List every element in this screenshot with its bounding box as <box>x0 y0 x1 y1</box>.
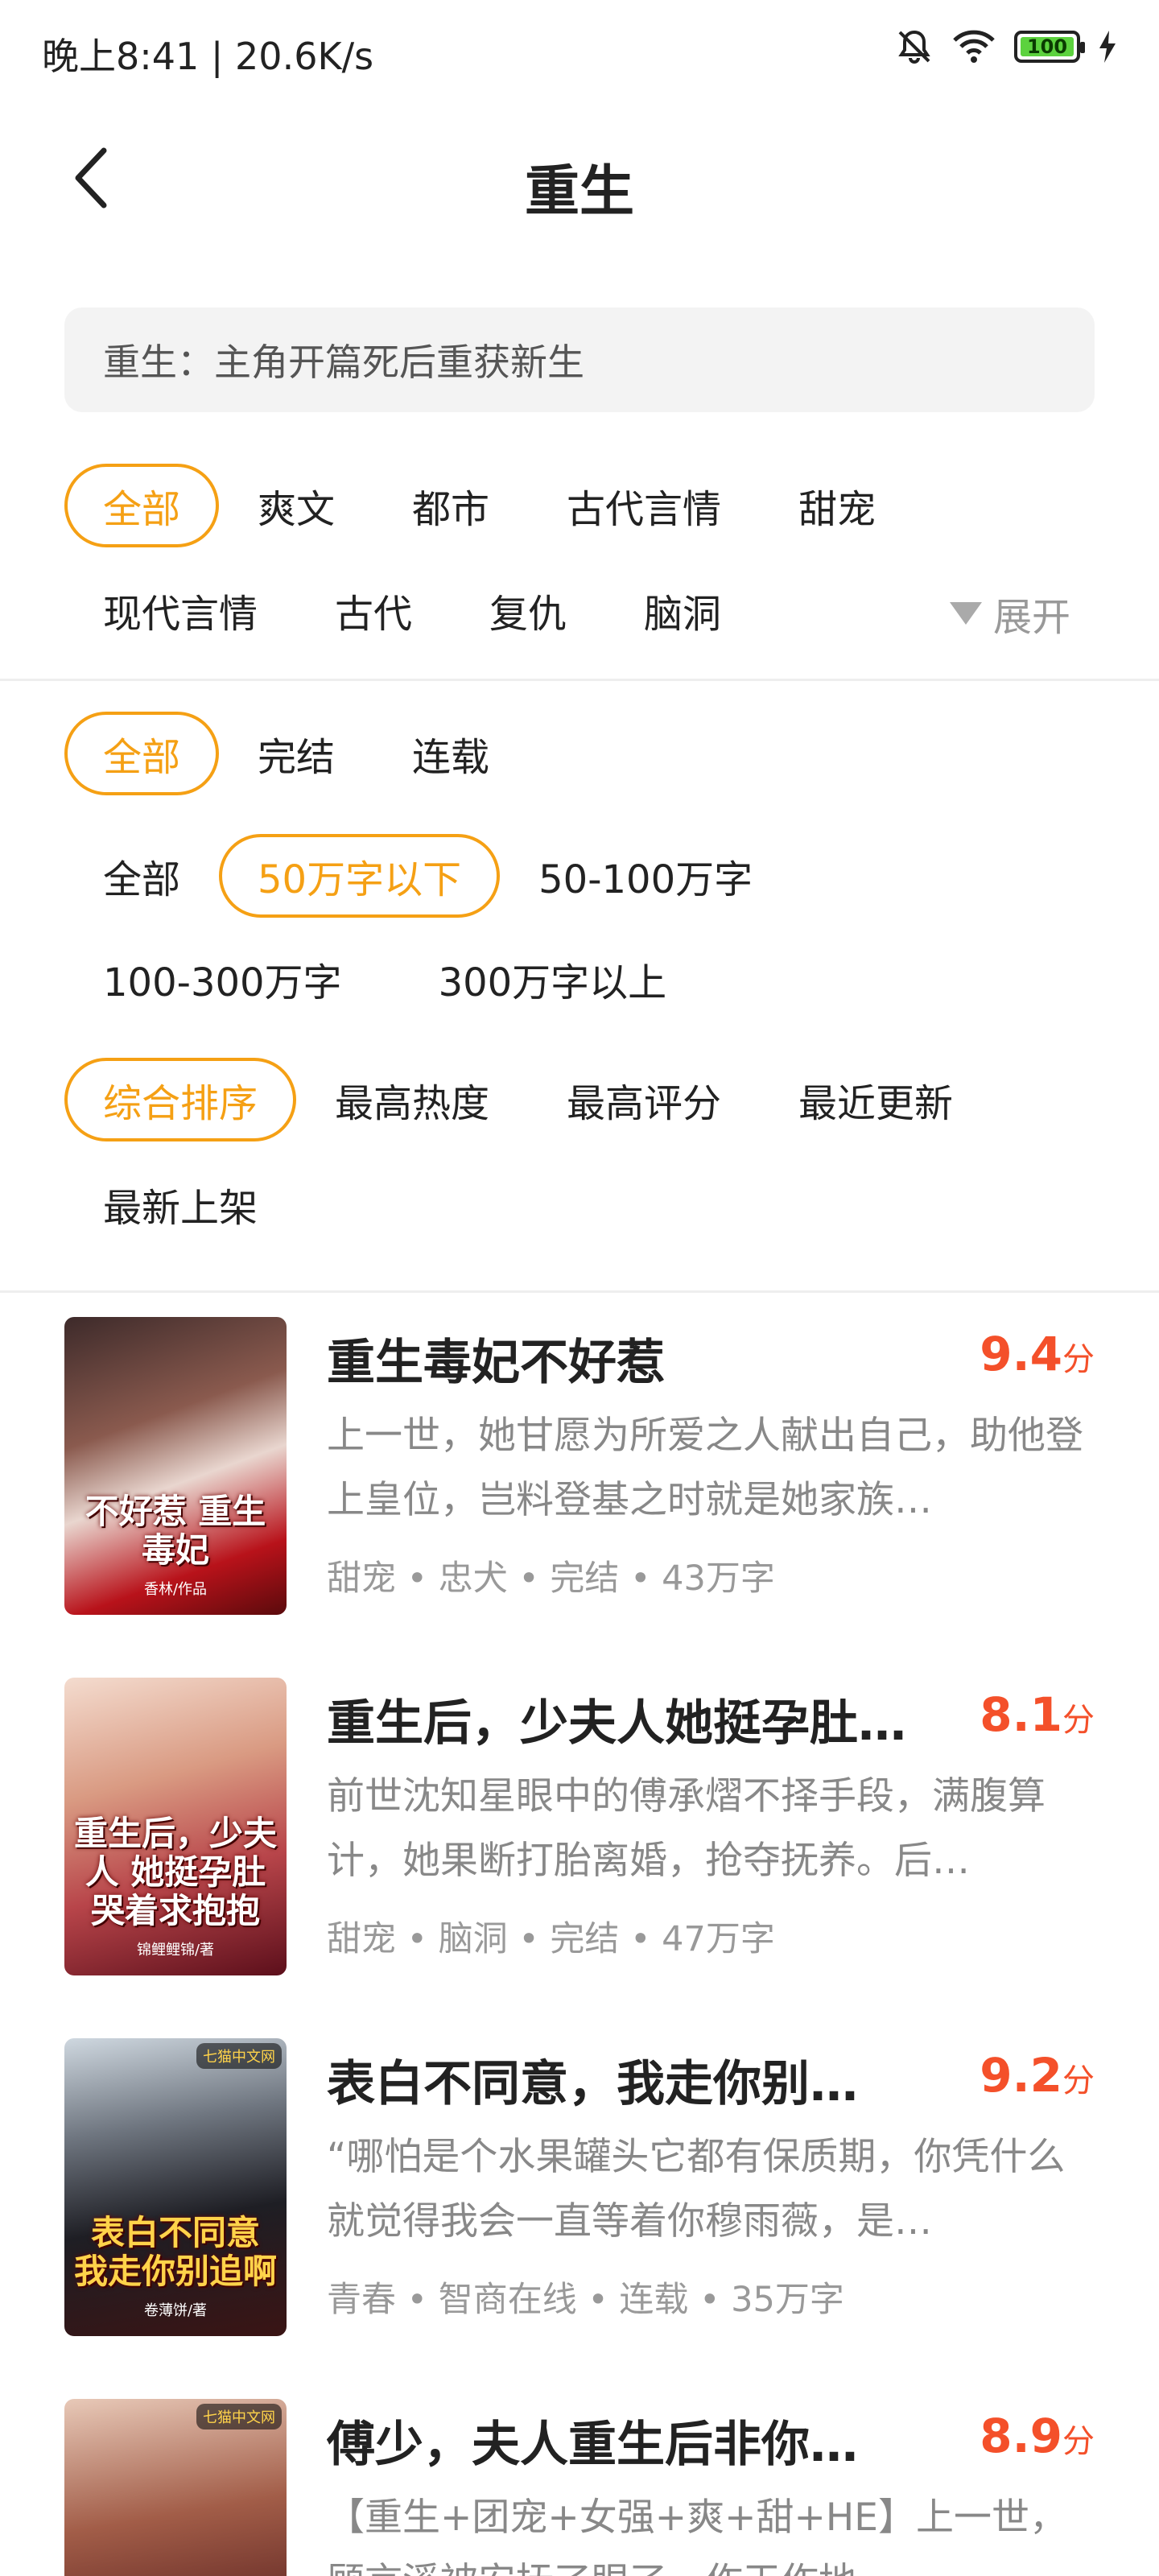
sort-filter-row-2: 最新上架 <box>64 1162 296 1246</box>
length-chip[interactable]: 50-100万字 <box>500 834 791 918</box>
book-item[interactable]: 重生后，少夫人 她挺孕肚 哭着求抱抱 锦鲤鲤锦/著 重生后，少夫人她挺孕肚… 8… <box>64 1678 1095 1975</box>
length-filter-row-2: 100-300万字 300万字以上 <box>64 937 705 1021</box>
header: 重生 <box>0 121 1159 242</box>
status-chip-ongoing[interactable]: 连载 <box>373 712 528 795</box>
genre-chip[interactable]: 都市 <box>373 464 528 547</box>
book-description: 前世沈知星眼中的傅承熠不择手段，满腹算计，她果断打胎离婚，抢夺抚养。后… <box>327 1774 1046 1883</box>
sort-chip-rating[interactable]: 最高评分 <box>528 1058 760 1141</box>
publisher-badge: 七猫中文网 <box>196 2404 282 2429</box>
battery-level: 100 <box>1021 37 1074 56</box>
divider <box>0 1290 1159 1293</box>
book-cover[interactable]: 七猫中文网 <box>64 2399 287 2576</box>
status-bar: 晚上8:41 | 20.6K/s 100 <box>0 0 1159 97</box>
page-title: 重生 <box>524 160 634 224</box>
length-chip[interactable]: 50万字以下 <box>219 834 501 918</box>
book-title[interactable]: 表白不同意，我走你别… <box>327 2045 922 2115</box>
score-value: 8.9 <box>980 2409 1062 2463</box>
book-description: “哪怕是个水果罐头它都有保质期，你凭什么就觉得我会一直等着你穆雨薇，是… <box>327 2135 1066 2244</box>
sort-chip-newest[interactable]: 最新上架 <box>64 1162 296 1246</box>
book-cover[interactable]: 不好惹 重生毒妃 香林/作品 <box>64 1317 287 1615</box>
genre-chip[interactable]: 脑洞 <box>605 568 760 652</box>
book-score: 9.4分 <box>980 1327 1095 1381</box>
book-meta: 青春 • 智商在线 • 连载 • 35万字 <box>327 2280 844 2320</box>
book-cover[interactable]: 七猫中文网 表白不同意 我走你别追啊 卷薄饼/著 <box>64 2038 287 2336</box>
status-chip-completed[interactable]: 完结 <box>219 712 373 795</box>
genre-chip[interactable]: 甜宠 <box>760 464 914 547</box>
book-item[interactable]: 七猫中文网 傅少，夫人重生后非你… 8.9分 【重生+团宠+女强+爽+甜+HE】… <box>64 2399 1095 2576</box>
book-meta: 甜宠 • 忠犬 • 完结 • 43万字 <box>327 1558 775 1599</box>
status-icons: 100 <box>895 27 1117 66</box>
book-title[interactable]: 重生后，少夫人她挺孕肚… <box>327 1684 922 1754</box>
book-description: 上一世，她甘愿为所爱之人献出自己，助他登上皇位，岂料登基之时就是她家族… <box>327 1414 1083 1522</box>
wifi-icon <box>951 29 996 64</box>
cover-title: 不好惹 重生毒妃 <box>85 1492 266 1570</box>
score-value: 9.4 <box>980 1327 1062 1381</box>
score-unit: 分 <box>1062 1702 1095 1739</box>
sort-chip-hot[interactable]: 最高热度 <box>296 1058 528 1141</box>
genre-chip[interactable]: 爽文 <box>219 464 373 547</box>
book-meta: 甜宠 • 脑洞 • 完结 • 47万字 <box>327 1919 775 1959</box>
book-description: 【重生+团宠+女强+爽+甜+HE】上一世，顾言溪被安抚了眼了，作天作地… <box>327 2496 1067 2576</box>
length-chip-all[interactable]: 全部 <box>64 834 219 918</box>
book-item[interactable]: 不好惹 重生毒妃 香林/作品 重生毒妃不好惹 9.4分 上一世，她甘愿为所爱之人… <box>64 1317 1095 1615</box>
length-filter-row-1: 全部 50万字以下 50-100万字 <box>64 834 791 918</box>
genre-chip[interactable]: 现代言情 <box>64 568 296 652</box>
score-unit: 分 <box>1062 1341 1095 1378</box>
cover-author: 卷薄饼/著 <box>143 2302 208 2319</box>
book-score: 9.2分 <box>980 2048 1095 2103</box>
score-unit: 分 <box>1062 2062 1095 2099</box>
sort-chip-updated[interactable]: 最近更新 <box>760 1058 992 1141</box>
expand-label: 展开 <box>992 595 1070 640</box>
cover-title: 表白不同意 我走你别追啊 <box>73 2213 277 2291</box>
book-score: 8.1分 <box>980 1687 1095 1742</box>
sort-chip-comprehensive[interactable]: 综合排序 <box>64 1058 297 1141</box>
score-value: 9.2 <box>980 2048 1062 2103</box>
sort-filter-row-1: 综合排序 最高热度 最高评分 最近更新 <box>64 1058 992 1141</box>
status-filter-row: 全部 完结 连载 <box>64 712 528 795</box>
publisher-badge: 七猫中文网 <box>196 2043 282 2069</box>
triangle-down-icon <box>949 602 982 625</box>
length-chip[interactable]: 300万字以上 <box>400 937 706 1021</box>
genre-filter-row-1: 全部 爽文 都市 古代言情 甜宠 <box>64 464 914 547</box>
battery-icon: 100 <box>1014 31 1085 63</box>
divider <box>0 679 1159 681</box>
length-chip[interactable]: 100-300万字 <box>64 937 381 1021</box>
genre-chip-all[interactable]: 全部 <box>64 464 220 547</box>
genre-chip[interactable]: 复仇 <box>451 568 605 652</box>
cover-author: 香林/作品 <box>143 1581 208 1598</box>
cover-title: 重生后，少夫人 她挺孕肚 哭着求抱抱 <box>73 1814 277 1930</box>
cover-author: 锦鲤鲤锦/著 <box>136 1942 215 1959</box>
genre-filter-row-2: 现代言情 古代 复仇 脑洞 <box>64 568 760 652</box>
charging-icon <box>1098 31 1117 63</box>
status-chip-all[interactable]: 全部 <box>64 712 220 795</box>
category-description: 重生：主角开篇死后重获新生 <box>64 308 1095 412</box>
expand-button[interactable]: 展开 <box>949 572 1070 655</box>
book-score: 8.9分 <box>980 2409 1095 2463</box>
book-cover[interactable]: 重生后，少夫人 她挺孕肚 哭着求抱抱 锦鲤鲤锦/著 <box>64 1678 287 1975</box>
genre-chip[interactable]: 古代言情 <box>528 464 760 547</box>
book-title[interactable]: 傅少，夫人重生后非你… <box>327 2405 922 2475</box>
genre-chip[interactable]: 古代 <box>296 568 451 652</box>
status-time-speed: 晚上8:41 | 20.6K/s <box>42 35 374 78</box>
book-title[interactable]: 重生毒妃不好惹 <box>327 1323 922 1393</box>
mute-bell-icon <box>895 27 934 66</box>
score-value: 8.1 <box>980 1687 1062 1742</box>
book-item[interactable]: 七猫中文网 表白不同意 我走你别追啊 卷薄饼/著 表白不同意，我走你别… 9.2… <box>64 2038 1095 2336</box>
score-unit: 分 <box>1062 2423 1095 2460</box>
